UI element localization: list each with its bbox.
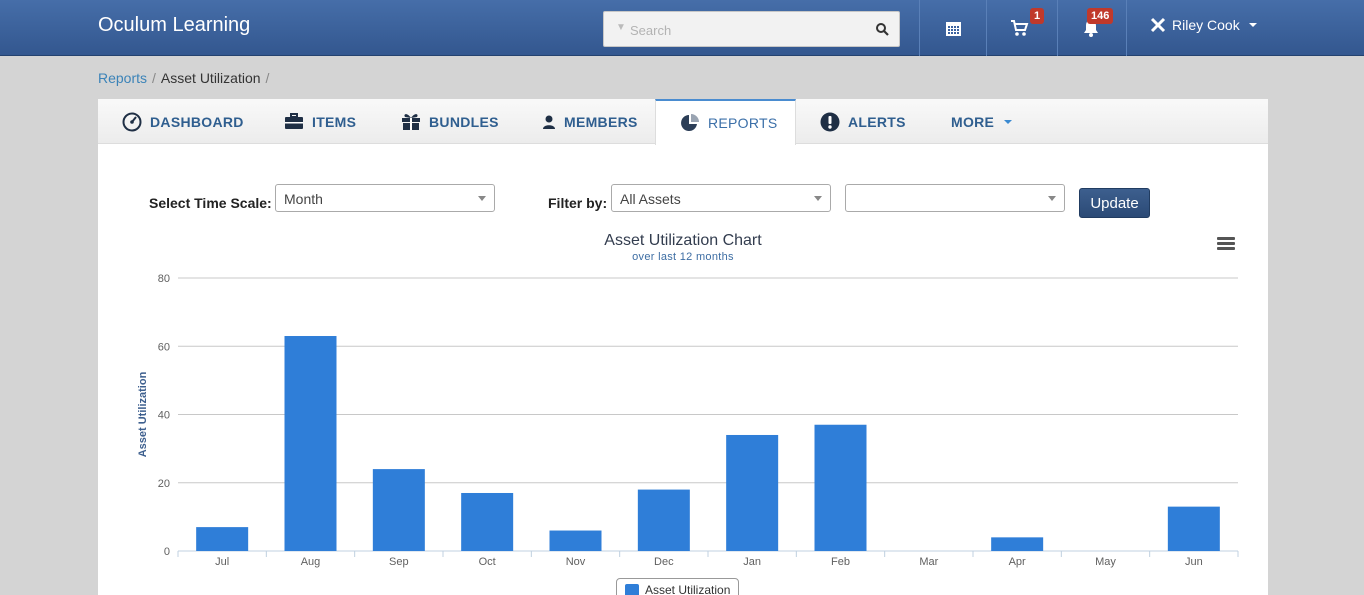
filter-secondary-select[interactable] (845, 184, 1065, 212)
x-tick-label: Feb (831, 556, 850, 568)
breadcrumb-current: Asset Utilization (160, 70, 261, 86)
update-button[interactable]: Update (1079, 188, 1150, 218)
breadcrumb: Reports / Asset Utilization / (98, 70, 274, 86)
top-navbar: Oculum Learning ▼ 1 14 (0, 0, 1364, 56)
bar (726, 434, 779, 551)
tab-dashboard[interactable]: DASHBOARD (122, 99, 244, 144)
bar (196, 527, 249, 551)
x-tick-label: Aug (301, 556, 321, 568)
x-tick-label: Sep (389, 556, 409, 568)
tab-label: DASHBOARD (150, 113, 244, 130)
tab-label: MORE (951, 113, 995, 130)
dropdown-arrow-icon (1048, 196, 1056, 201)
x-tick-label: Dec (654, 556, 674, 568)
bar (461, 492, 514, 551)
chart-title: Asset Utilization Chart (604, 232, 762, 249)
filter-value: All Assets (620, 191, 681, 207)
tab-label: REPORTS (708, 115, 778, 131)
chevron-down-icon (1004, 119, 1013, 124)
breadcrumb-reports[interactable]: Reports (98, 70, 147, 86)
user-name: Riley Cook (1172, 17, 1240, 33)
nav-divider (919, 0, 920, 56)
exclamation-icon (820, 112, 840, 131)
search-box: ▼ (603, 11, 900, 47)
bar (549, 530, 602, 551)
time-scale-label: Select Time Scale: (149, 195, 272, 211)
pie-chart-icon (681, 114, 699, 131)
x-tick-label: Jul (215, 556, 229, 568)
time-scale-select[interactable]: Month (275, 184, 495, 212)
chart-legend[interactable]: Asset Utilization (616, 578, 740, 595)
x-tick-label: Apr (1009, 556, 1026, 568)
dropdown-arrow-icon (478, 196, 486, 201)
y-tick-label: 20 (158, 478, 170, 490)
bar (637, 489, 690, 551)
tab-bundles[interactable]: BUNDLES (401, 99, 499, 144)
main-tabs: DASHBOARD ITEMS BUNDLES MEMBERS REPORTS … (98, 99, 1268, 145)
tab-label: BUNDLES (429, 113, 499, 130)
x-tick-label: Mar (919, 556, 938, 568)
chart-menu-icon[interactable] (1217, 237, 1235, 251)
breadcrumb-separator: / (152, 70, 156, 86)
legend-swatch (625, 584, 639, 595)
calendar-button[interactable] (923, 0, 983, 56)
tab-items[interactable]: ITEMS (284, 99, 356, 144)
tools-icon (1150, 17, 1166, 33)
tab-alerts[interactable]: ALERTS (820, 99, 906, 144)
nav-divider (1126, 0, 1127, 56)
x-tick-label: Jun (1185, 556, 1203, 568)
report-card: DASHBOARD ITEMS BUNDLES MEMBERS REPORTS … (98, 99, 1268, 595)
caret-down-icon (1248, 23, 1257, 27)
y-tick-label: 60 (158, 341, 170, 353)
user-menu[interactable]: Riley Cook (1150, 17, 1257, 33)
asset-utilization-chart: 0 20 40 60 80 Asset Utilization Jul Aug Sep Oct No… (137, 273, 1239, 568)
search-input[interactable] (630, 20, 860, 40)
filter-select[interactable]: All Assets (611, 184, 831, 212)
tab-label: MEMBERS (564, 113, 638, 130)
cart-icon (1011, 20, 1029, 36)
nav-divider (986, 0, 987, 56)
brand-title[interactable]: Oculum Learning (98, 14, 250, 37)
legend-label: Asset Utilization (645, 583, 731, 595)
bar (284, 336, 337, 551)
x-tick-label: Oct (479, 556, 496, 568)
tab-reports[interactable]: REPORTS (655, 99, 796, 145)
tab-label: ITEMS (312, 113, 357, 130)
nav-divider (1057, 0, 1058, 56)
bar (1167, 506, 1220, 551)
x-tick-label: May (1095, 556, 1116, 568)
chevron-down-icon[interactable]: ▼ (616, 22, 626, 33)
y-tick-label: 80 (158, 273, 170, 285)
bar (814, 424, 867, 551)
alerts-badge: 146 (1087, 8, 1114, 24)
filter-label: Filter by: (548, 195, 608, 211)
cart-badge: 1 (1030, 8, 1045, 24)
tab-label: ALERTS (848, 113, 906, 130)
gift-icon (402, 114, 420, 130)
user-icon (543, 115, 555, 129)
x-tick-label: Jan (743, 556, 761, 568)
y-tick-label: 40 (158, 410, 170, 422)
briefcase-icon (285, 113, 303, 129)
calendar-icon (945, 21, 961, 36)
tab-more[interactable]: MORE (951, 99, 1013, 144)
breadcrumb-separator: / (265, 70, 270, 86)
x-tick-label: Nov (566, 556, 586, 568)
y-tick-label: 0 (164, 546, 170, 558)
search-icon[interactable] (876, 23, 889, 36)
dropdown-arrow-icon (814, 196, 822, 201)
tab-members[interactable]: MEMBERS (542, 99, 638, 144)
y-axis-title: Asset Utilization (137, 371, 149, 457)
time-scale-value: Month (284, 191, 323, 207)
bar (372, 469, 425, 551)
dashboard-icon (122, 112, 142, 131)
bar (991, 537, 1044, 551)
